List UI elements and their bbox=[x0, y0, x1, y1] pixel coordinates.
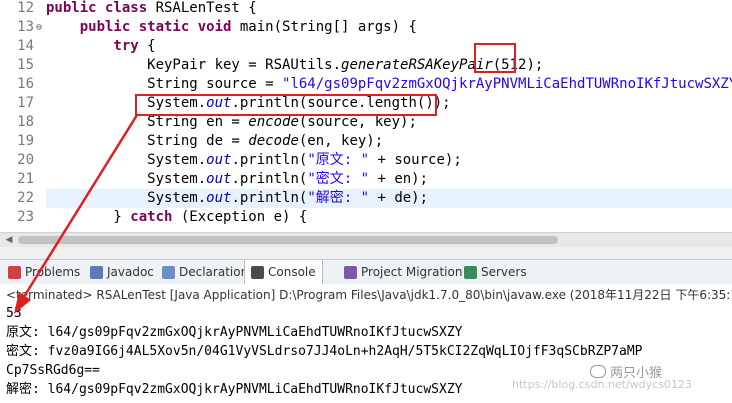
code-token: out bbox=[206, 190, 232, 206]
code-token: main(String[] args) { bbox=[239, 19, 417, 35]
code-token: decode bbox=[248, 133, 299, 149]
servers-icon bbox=[464, 265, 477, 279]
code-token: out bbox=[206, 171, 232, 187]
code-token: public static void bbox=[46, 19, 240, 35]
console-output-line: Cp7SsRGd6g== bbox=[6, 363, 100, 378]
line-number: 22 bbox=[17, 190, 34, 206]
code-line[interactable]: try { bbox=[46, 37, 732, 56]
tab-label: Console bbox=[268, 265, 316, 279]
code-line[interactable]: public static void main(String[] args) { bbox=[46, 18, 732, 37]
problems-icon bbox=[8, 265, 21, 279]
wechat-icon bbox=[590, 365, 606, 378]
line-number: 21 bbox=[17, 171, 34, 187]
code-token: System. bbox=[46, 152, 207, 168]
code-line[interactable]: public class RSALenTest { bbox=[46, 0, 732, 18]
line-number: 16 bbox=[17, 76, 34, 92]
code-token: encode bbox=[248, 114, 299, 130]
scrollbar-thumb[interactable] bbox=[18, 236, 558, 244]
code-token: catch bbox=[130, 209, 181, 225]
code-line[interactable]: System.out.println("原文: " + source); bbox=[46, 151, 732, 170]
tab-javadoc[interactable]: Javadoc bbox=[90, 260, 154, 284]
code-token: KeyPair key = RSAUtils. bbox=[46, 57, 342, 73]
code-token: String de = bbox=[46, 133, 249, 149]
tab-project-migration[interactable]: Project Migration bbox=[344, 260, 462, 284]
tab-console[interactable]: Console bbox=[244, 260, 323, 284]
code-line[interactable]: String de = decode(en, key); bbox=[46, 132, 732, 151]
view-tab-bar: Problems Javadoc Declaration Console Project… bbox=[0, 259, 732, 285]
line-number: 20 bbox=[17, 152, 34, 168]
tab-label: Servers bbox=[481, 265, 527, 279]
tab-label: Problems bbox=[25, 265, 81, 279]
code-token: String source = bbox=[46, 76, 283, 92]
console-process-info: <terminated> RSALenTest [Java Applicatio… bbox=[0, 284, 732, 306]
code-token: { bbox=[147, 38, 156, 54]
line-number-gutter: 12 13 ⊖ 14 15 16 17 18 19 20 21 22 23 bbox=[0, 0, 46, 232]
line-number: 17 bbox=[17, 95, 34, 111]
highlight-keysize-box bbox=[474, 43, 516, 73]
code-line[interactable]: String source = "l64/gs09pFqv2zmGxOQjkrA… bbox=[46, 75, 732, 94]
code-editor[interactable]: 12 13 ⊖ 14 15 16 17 18 19 20 21 22 23 public class R… bbox=[0, 0, 732, 232]
tab-label: Project Migration bbox=[361, 265, 463, 279]
tab-label: Javadoc bbox=[107, 265, 154, 279]
code-token: (Exception e) { bbox=[180, 209, 308, 225]
migration-icon bbox=[344, 265, 357, 279]
code-token: generateRSAKeyPair bbox=[341, 57, 493, 73]
code-token: .println( bbox=[231, 190, 308, 206]
code-token: "解密: " bbox=[307, 190, 370, 206]
line-number: 13 bbox=[17, 19, 34, 35]
code-token: (source, key); bbox=[298, 114, 417, 130]
horizontal-scrollbar[interactable]: ◀ bbox=[0, 232, 732, 247]
code-line[interactable]: KeyPair key = RSAUtils.generateRSAKeyPai… bbox=[46, 56, 732, 75]
code-token: RSALenTest { bbox=[155, 0, 257, 16]
code-token: + de); bbox=[369, 190, 429, 206]
code-token: + en); bbox=[369, 171, 429, 187]
declaration-icon bbox=[162, 265, 175, 279]
code-token: + source); bbox=[369, 152, 462, 168]
code-token: "密文: " bbox=[307, 171, 370, 187]
highlight-println-box bbox=[135, 94, 437, 116]
javadoc-icon bbox=[90, 265, 103, 279]
console-output-line: 密文: fvz0a9IG6j4AL5Xov5n/04G1VyVSLdrso7JJ… bbox=[6, 344, 643, 359]
tab-declaration[interactable]: Declaration bbox=[162, 260, 248, 284]
scroll-left-icon[interactable]: ◀ bbox=[2, 233, 16, 247]
code-token: String en = bbox=[46, 114, 249, 130]
line-number: 15 bbox=[17, 57, 34, 73]
console-output-line: 原文: l64/gs09pFqv2zmGxOQjkrAyPNVMLiCaEhdT… bbox=[6, 325, 463, 340]
tab-servers[interactable]: Servers bbox=[464, 260, 527, 284]
tab-problems[interactable]: Problems bbox=[8, 260, 80, 284]
tab-label: Declaration bbox=[179, 265, 249, 279]
code-token: "l64/gs09pFqv2zmGxOQjkrAyPNVMLiCaEhdTUWR… bbox=[282, 76, 732, 92]
code-line[interactable]: } catch (Exception e) { bbox=[46, 208, 732, 227]
line-number: 19 bbox=[17, 133, 34, 149]
code-token: System. bbox=[46, 171, 207, 187]
console-output-line: 53 bbox=[6, 306, 22, 321]
console-icon bbox=[251, 265, 264, 279]
code-token: (en, key); bbox=[298, 133, 384, 149]
line-number: 23 bbox=[17, 209, 34, 225]
code-token: .println( bbox=[231, 171, 308, 187]
fold-toggle-icon[interactable]: ⊖ bbox=[36, 18, 46, 37]
code-token: public class bbox=[46, 0, 156, 16]
code-token: } bbox=[46, 209, 131, 225]
code-token: "原文: " bbox=[307, 152, 370, 168]
line-number: 18 bbox=[17, 114, 34, 130]
code-token: try bbox=[46, 38, 148, 54]
code-token: System. bbox=[46, 190, 207, 206]
console-output-line: 解密: l64/gs09pFqv2zmGxOQjkrAyPNVMLiCaEhdT… bbox=[6, 382, 463, 397]
code-token: .println( bbox=[231, 152, 308, 168]
code-line[interactable]: System.out.println("解密: " + de); bbox=[46, 189, 732, 208]
line-number: 14 bbox=[17, 38, 34, 54]
code-token: out bbox=[206, 152, 232, 168]
panel-separator bbox=[0, 247, 732, 259]
code-line[interactable]: System.out.println("密文: " + en); bbox=[46, 170, 732, 189]
watermark-brand: 两只小猴 bbox=[590, 362, 662, 381]
line-number: 12 bbox=[17, 0, 34, 16]
